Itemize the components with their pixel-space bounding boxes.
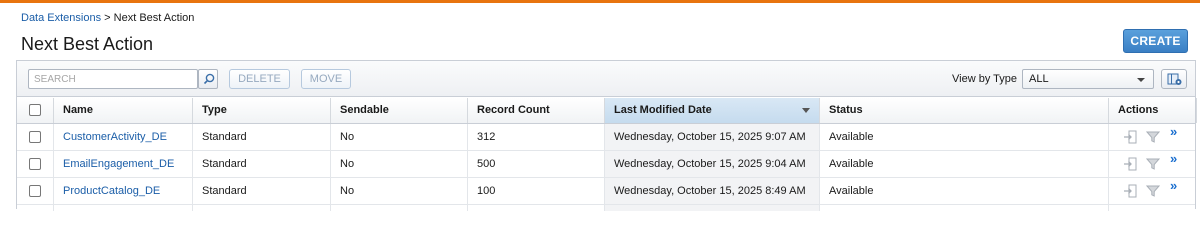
column-header-record-count[interactable]: Record Count: [468, 98, 605, 123]
last-modified-cell: Wednesday, October 15, 2025 9:04 AM: [605, 151, 820, 177]
chevron-down-icon: [1137, 78, 1145, 82]
more-icon[interactable]: »: [1170, 125, 1177, 138]
top-accent-bar: [0, 0, 1200, 3]
type-cell: Standard: [193, 124, 331, 150]
row-checkbox-cell: [17, 178, 54, 204]
page-title: Next Best Action: [21, 34, 154, 54]
filter-icon[interactable]: [1146, 184, 1160, 198]
type-cell: Standard: [193, 151, 331, 177]
table-row: CustomerActivity_DE Standard No 312 Wedn…: [17, 124, 1195, 151]
row-checkbox-cell: [17, 205, 54, 211]
breadcrumb-link-data-extensions[interactable]: Data Extensions: [21, 12, 101, 24]
table-row: ProductCatalog_DE Standard No 100 Wednes…: [17, 178, 1195, 205]
breadcrumb: Data Extensions > Next Best Action: [21, 12, 194, 24]
record-count-cell: 500: [468, 151, 605, 177]
column-header-last-modified[interactable]: Last Modified Date: [605, 98, 820, 123]
delete-button[interactable]: DELETE: [229, 69, 290, 89]
view-by-type-label: View by Type: [952, 73, 1018, 85]
breadcrumb-separator: >: [104, 12, 111, 24]
type-cell: Standard: [193, 178, 331, 204]
last-modified-cell: [605, 205, 820, 211]
data-extension-name-link[interactable]: EmailEngagement_DE: [63, 158, 174, 170]
name-cell: CustomerActivity_DE: [54, 124, 193, 150]
more-icon[interactable]: »: [1170, 179, 1177, 192]
row-checkbox-cell: [17, 124, 54, 150]
move-button[interactable]: MOVE: [301, 69, 351, 89]
column-header-last-modified-label: Last Modified Date: [614, 104, 712, 116]
record-count-cell: 100: [468, 178, 605, 204]
data-extension-name-link[interactable]: CustomerActivity_DE: [63, 131, 167, 143]
header-checkbox-cell: [17, 98, 54, 123]
actions-cell: »: [1109, 178, 1197, 204]
search-input[interactable]: [28, 69, 198, 89]
filter-icon[interactable]: [1146, 130, 1160, 144]
column-header-actions: Actions: [1109, 98, 1197, 123]
table-row-partial: [17, 205, 1195, 211]
import-icon[interactable]: [1123, 157, 1137, 171]
last-modified-cell: Wednesday, October 15, 2025 9:07 AM: [605, 124, 820, 150]
sendable-cell: No: [331, 178, 468, 204]
view-by-type-select[interactable]: ALL: [1022, 69, 1154, 89]
more-icon[interactable]: »: [1170, 152, 1177, 165]
search-icon: [203, 73, 215, 85]
toolbar: DELETE MOVE View by Type ALL: [17, 61, 1195, 97]
search-button[interactable]: [198, 69, 218, 89]
create-button[interactable]: CREATE: [1123, 29, 1188, 53]
name-cell: ProductCatalog_DE: [54, 178, 193, 204]
status-cell: Available: [820, 151, 1109, 177]
record-count-cell: 312: [468, 124, 605, 150]
column-header-sendable[interactable]: Sendable: [331, 98, 468, 123]
data-extension-name-link[interactable]: ProductCatalog_DE: [63, 185, 160, 197]
column-settings-button[interactable]: [1161, 69, 1187, 89]
name-cell: EmailEngagement_DE: [54, 151, 193, 177]
column-header-name[interactable]: Name: [54, 98, 193, 123]
data-extensions-table: Name Type Sendable Record Count Last Mod…: [17, 98, 1197, 211]
actions-cell: »: [1109, 151, 1197, 177]
last-modified-cell: Wednesday, October 15, 2025 8:49 AM: [605, 178, 820, 204]
select-all-checkbox[interactable]: [29, 104, 41, 116]
sendable-cell: No: [331, 151, 468, 177]
import-icon[interactable]: [1123, 184, 1137, 198]
row-checkbox[interactable]: [29, 185, 41, 197]
data-extensions-panel: DELETE MOVE View by Type ALL Name Type S…: [16, 60, 1197, 211]
actions-cell: [1109, 205, 1197, 211]
type-cell: [193, 205, 331, 211]
sort-descending-icon: [802, 108, 810, 113]
record-count-cell: [468, 205, 605, 211]
column-header-status[interactable]: Status: [820, 98, 1109, 123]
column-settings-icon: [1167, 73, 1182, 85]
row-checkbox-cell: [17, 151, 54, 177]
breadcrumb-current: Next Best Action: [113, 12, 195, 24]
row-checkbox[interactable]: [29, 131, 41, 143]
filter-icon[interactable]: [1146, 157, 1160, 171]
table-row: EmailEngagement_DE Standard No 500 Wedne…: [17, 151, 1195, 178]
table-header-row: Name Type Sendable Record Count Last Mod…: [17, 98, 1197, 124]
column-header-type[interactable]: Type: [193, 98, 331, 123]
status-cell: Available: [820, 178, 1109, 204]
status-cell: [820, 205, 1109, 211]
sendable-cell: No: [331, 124, 468, 150]
view-by-type-value: ALL: [1029, 73, 1049, 85]
actions-cell: »: [1109, 124, 1197, 150]
sendable-cell: [331, 205, 468, 211]
row-checkbox[interactable]: [29, 158, 41, 170]
import-icon[interactable]: [1123, 130, 1137, 144]
name-cell: [54, 205, 193, 211]
status-cell: Available: [820, 124, 1109, 150]
